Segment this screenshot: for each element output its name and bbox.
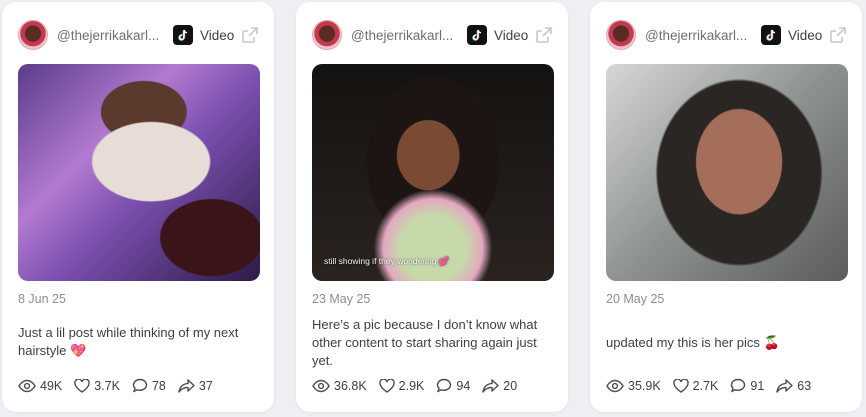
post-date: 20 May 25 [606, 292, 665, 306]
comments-count: 94 [456, 378, 471, 393]
eye-icon [606, 379, 624, 392]
external-link-icon[interactable] [534, 25, 554, 45]
comments-stat: 94 [436, 378, 470, 393]
comment-icon [437, 378, 452, 393]
external-link-icon[interactable] [240, 25, 260, 45]
shares-stat: 37 [178, 379, 213, 393]
eye-icon [18, 379, 36, 392]
post-date: 8 Jun 25 [18, 292, 66, 306]
post-card[interactable]: @thejerrikakarl... Video 8 Jun 25 Just a… [2, 2, 274, 412]
eye-icon [312, 379, 330, 392]
comment-icon [731, 378, 746, 393]
post-caption: Here’s a pic because I don’t know what o… [312, 317, 538, 368]
avatar[interactable] [606, 20, 636, 50]
tiktok-icon [467, 25, 487, 45]
card-header: @thejerrikakarl... Video [18, 19, 260, 51]
post-stats: 49K 3.7K 78 37 [18, 378, 225, 393]
share-icon [776, 378, 793, 393]
tiktok-icon [761, 25, 781, 45]
shares-count: 20 [503, 378, 518, 393]
platform-label: Video [788, 27, 823, 43]
likes-count: 3.7K [94, 378, 120, 393]
comments-count: 78 [151, 378, 166, 393]
views-stat: 49K [18, 379, 62, 393]
comments-count: 91 [750, 378, 765, 393]
platform-label: Video [200, 27, 235, 43]
video-overlay-text: still showing if they wondering 💕 [324, 256, 450, 266]
views-stat: 35.9K [606, 379, 661, 393]
comments-stat: 91 [730, 378, 764, 393]
views-count: 36.8K [334, 378, 367, 393]
post-stats: 36.8K 2.9K 94 20 [312, 378, 529, 393]
post-image[interactable] [18, 64, 260, 281]
card-header: @thejerrikakarl... Video [606, 19, 848, 51]
share-icon [178, 378, 195, 393]
shares-stat: 20 [482, 379, 517, 393]
likes-count: 2.9K [398, 378, 425, 393]
comment-icon [132, 378, 148, 393]
share-icon [482, 378, 499, 393]
shares-count: 63 [797, 378, 812, 393]
views-count: 35.9K [628, 378, 661, 393]
post-card[interactable]: @thejerrikakarl... Video 20 May 25 updat… [590, 2, 862, 412]
post-caption: updated my this is her pics 🍒 [606, 335, 780, 350]
likes-stat: 2.9K [378, 378, 425, 393]
likes-stat: 3.7K [74, 378, 120, 393]
post-stats: 35.9K 2.7K 91 63 [606, 378, 823, 393]
external-link-icon[interactable] [828, 25, 848, 45]
post-image[interactable]: still showing if they wondering 💕 [312, 64, 554, 281]
avatar[interactable] [18, 20, 48, 50]
heart-icon [378, 378, 395, 393]
account-handle[interactable]: @thejerrikakarl... [57, 28, 167, 43]
platform-label: Video [494, 27, 529, 43]
post-card[interactable]: @thejerrikakarl... Video still showing i… [296, 2, 568, 412]
tiktok-icon [173, 25, 193, 45]
account-handle[interactable]: @thejerrikakarl... [351, 28, 461, 43]
shares-stat: 63 [776, 379, 811, 393]
shares-count: 37 [198, 378, 213, 393]
comments-stat: 78 [132, 378, 166, 393]
post-image[interactable] [606, 64, 848, 281]
heart-icon [672, 378, 689, 393]
card-header: @thejerrikakarl... Video [312, 19, 554, 51]
likes-stat: 2.7K [672, 378, 719, 393]
heart-icon [74, 378, 90, 393]
views-count: 49K [40, 378, 63, 393]
likes-count: 2.7K [692, 378, 719, 393]
views-stat: 36.8K [312, 379, 367, 393]
post-date: 23 May 25 [312, 292, 371, 306]
account-handle[interactable]: @thejerrikakarl... [645, 28, 755, 43]
post-caption: Just a lil post while thinking of my nex… [18, 325, 239, 358]
avatar[interactable] [312, 20, 342, 50]
